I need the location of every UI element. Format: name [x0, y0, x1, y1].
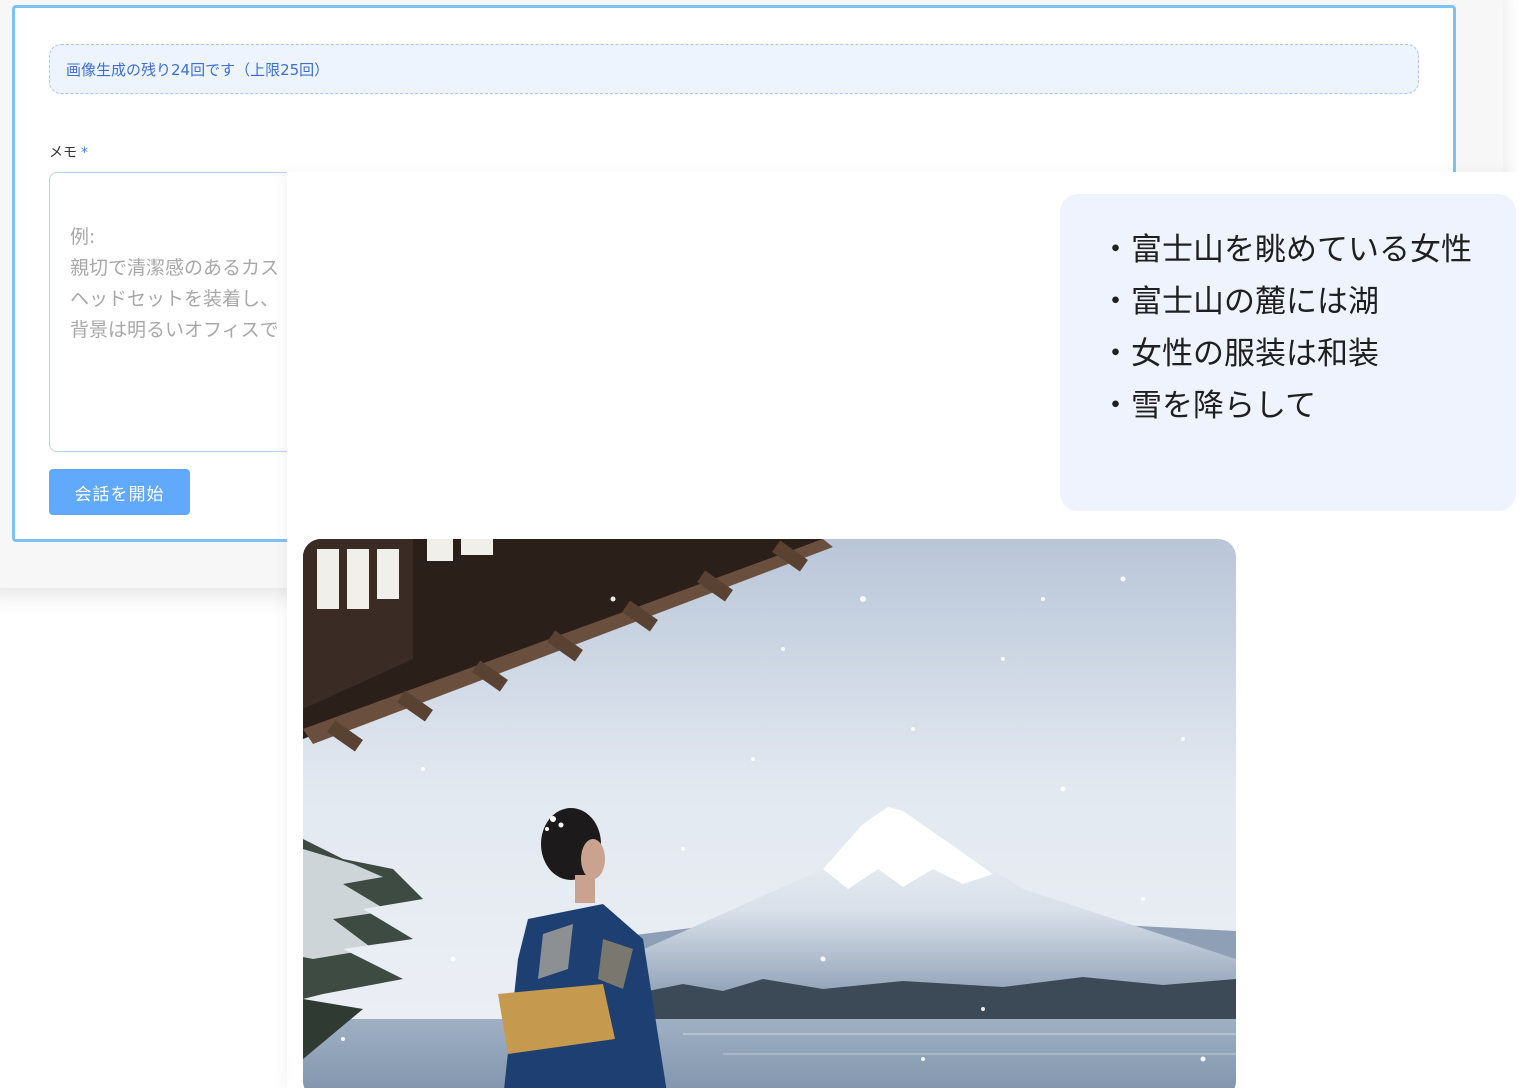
generated-image[interactable] — [303, 539, 1236, 1088]
prompt-line: ・女性の服装は和装 — [1100, 336, 1379, 372]
prompt-line: ・富士山を眺めている女性 — [1100, 232, 1472, 268]
image-quota-banner: 画像生成の残り24回です（上限25回） — [49, 44, 1419, 94]
generated-image-illustration — [303, 539, 1236, 1088]
chat-panel: ・富士山を眺めている女性 ・富士山の麓には湖 ・女性の服装は和装 ・雪を降らして — [287, 172, 1519, 1088]
user-prompt-bubble: ・富士山を眺めている女性 ・富士山の麓には湖 ・女性の服装は和装 ・雪を降らして — [1060, 194, 1516, 511]
start-conversation-button-label: 会話を開始 — [74, 484, 165, 505]
image-quota-text: 画像生成の残り24回です（上限25回） — [66, 60, 330, 79]
memo-label: メモ * — [49, 142, 88, 162]
start-conversation-button[interactable]: 会話を開始 — [49, 469, 190, 515]
memo-placeholder: 例: 親切で清潔感のあるカス ヘッドセットを装着し、 背景は明るいオフィスで — [70, 226, 280, 341]
screen: 画像生成の残り24回です（上限25回） メモ * 例: 親切で清潔感のあるカス ヘ… — [0, 0, 1519, 1088]
memo-label-text: メモ — [49, 145, 77, 161]
prompt-line: ・富士山の麓には湖 — [1100, 284, 1379, 320]
required-mark: * — [81, 145, 88, 161]
prompt-line: ・雪を降らして — [1100, 388, 1317, 424]
